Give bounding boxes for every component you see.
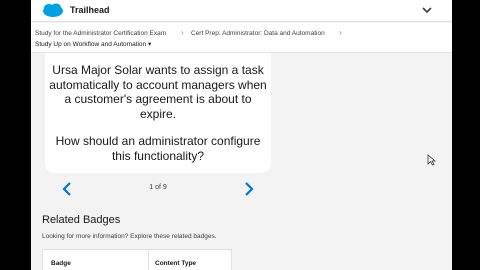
- related-badges-title: Related Badges: [42, 214, 121, 226]
- browser-viewport: Trailhead Study for the Administrator Ce…: [31, 0, 452, 270]
- flashcard-prompt: How should an administrator configure th…: [55, 134, 261, 163]
- breadcrumb-item-current-unit[interactable]: Study Up on Workflow and Automation ▾: [35, 40, 151, 48]
- column-header-badge[interactable]: Badge: [51, 260, 71, 267]
- breadcrumb-item-cert-prep[interactable]: Cert Prep: Administrator: Data and Autom…: [191, 30, 325, 37]
- flashcard[interactable]: Ursa Major Solar wants to assign a task …: [45, 53, 271, 173]
- salesforce-cloud-icon[interactable]: [42, 3, 64, 18]
- breadcrumb-separator-icon: ›: [339, 28, 342, 37]
- flashcard-question: Ursa Major Solar wants to assign a task …: [45, 63, 271, 176]
- flashcard-scenario: Ursa Major Solar wants to assign a task …: [49, 63, 267, 121]
- chevron-down-icon[interactable]: [421, 4, 433, 16]
- column-header-content-type[interactable]: Content Type: [155, 260, 196, 267]
- chevron-right-icon[interactable]: [243, 181, 255, 197]
- breadcrumb-item-exam[interactable]: Study for the Administrator Certificatio…: [35, 30, 166, 37]
- page-indicator: 1 of 9: [149, 184, 167, 191]
- flashcard-pager: 1 of 9: [45, 178, 271, 200]
- brand-name[interactable]: Trailhead: [70, 5, 110, 15]
- top-navigation-bar: Trailhead: [31, 0, 452, 22]
- breadcrumb-separator-icon: ›: [181, 28, 184, 37]
- related-badges-table: Badge Content Type: [42, 249, 232, 270]
- breadcrumb: Study for the Administrator Certificatio…: [31, 23, 452, 53]
- mouse-pointer-icon: [427, 154, 436, 166]
- column-divider: [148, 250, 149, 270]
- related-badges-subtitle: Looking for more information? Explore th…: [42, 233, 217, 240]
